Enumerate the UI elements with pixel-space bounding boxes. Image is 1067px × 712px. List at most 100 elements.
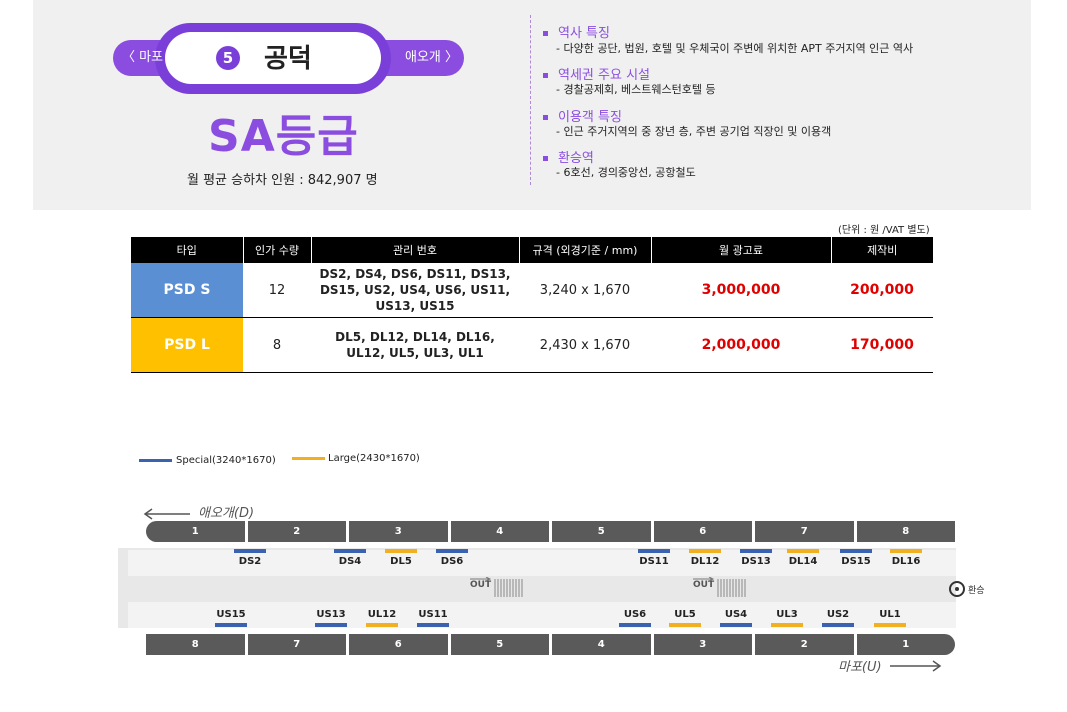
- panel-divider: [530, 15, 531, 185]
- train-car: 7: [755, 521, 854, 542]
- screen-marker: [669, 623, 701, 627]
- header-type: 타입: [131, 237, 244, 263]
- train-car: 6: [653, 521, 752, 542]
- screen-marker: [771, 623, 803, 627]
- bullet-icon: [543, 156, 548, 161]
- train-car: 3: [349, 521, 448, 542]
- train-car: 8: [146, 634, 245, 655]
- line-number-badge: 5: [216, 46, 240, 70]
- info-heading: 역사 특징: [543, 22, 610, 41]
- screen-label: US6: [623, 609, 647, 620]
- train-car: 5: [552, 521, 651, 542]
- table-row: PSD L 8 DL5, DL12, DL14, DL16, UL12, UL5…: [131, 317, 933, 373]
- screen-label: US2: [826, 609, 850, 620]
- transfer-label: 환승: [968, 586, 985, 596]
- screen-label: DL14: [788, 556, 818, 567]
- train-car: 2: [247, 521, 346, 542]
- screen-label: US13: [316, 609, 346, 620]
- screen-marker: [436, 549, 468, 553]
- screen-marker: [638, 549, 670, 553]
- bullet-icon: [543, 31, 548, 36]
- screen-marker: [822, 623, 854, 627]
- legend-large-label: Large(2430*1670): [328, 453, 420, 464]
- info-body: - 6호선, 경의중앙선, 공항철도: [556, 166, 696, 179]
- screen-marker: [890, 549, 922, 553]
- table-header-row: 타입 인가 수량 관리 번호 규격 (외경기준 / mm) 월 광고료 제작비: [131, 237, 933, 263]
- codes-cell: DS2, DS4, DS6, DS11, DS13, DS15, US2, US…: [311, 263, 519, 318]
- fee-cell: 3,000,000: [651, 263, 831, 318]
- header-cost: 제작비: [831, 237, 933, 263]
- train-car: 6: [349, 634, 448, 655]
- screen-marker: [234, 549, 266, 553]
- station-name: 공덕: [264, 44, 312, 74]
- screen-marker: [366, 623, 398, 627]
- train-car: 7: [247, 634, 346, 655]
- size-cell: 2,430 x 1,670: [519, 317, 651, 373]
- screen-label: UL1: [879, 609, 901, 620]
- transfer-icon: [949, 581, 965, 597]
- table-row: PSD S 12 DS2, DS4, DS6, DS11, DS13, DS15…: [131, 263, 933, 318]
- fee-cell: 2,000,000: [651, 317, 831, 373]
- screen-label: DS2: [238, 556, 262, 567]
- screen-label: UL12: [367, 609, 397, 620]
- screen-marker: [315, 623, 347, 627]
- screen-label: DL12: [690, 556, 720, 567]
- next-station-label: 애오개 〉: [405, 50, 459, 65]
- cost-cell: 170,000: [831, 317, 933, 373]
- legend-special-label: Special(3240*1670): [176, 455, 276, 466]
- screen-label: DS4: [338, 556, 362, 567]
- type-cell: PSD S: [131, 263, 243, 318]
- screen-label: DL5: [390, 556, 412, 567]
- train-car: 4: [552, 634, 651, 655]
- screen-label: DS6: [440, 556, 464, 567]
- stairs-icon: [693, 577, 746, 597]
- screen-marker: [689, 549, 721, 553]
- train-car: 5: [450, 634, 549, 655]
- train-car: 3: [653, 634, 752, 655]
- train-car: 1: [146, 521, 245, 542]
- screen-label: UL3: [776, 609, 798, 620]
- screen-marker: [787, 549, 819, 553]
- stairs-icon: [470, 577, 523, 597]
- info-body: - 인근 주거지역의 중 장년 층, 주변 공기업 직장인 및 이용객: [556, 125, 832, 138]
- legend-special-swatch: [139, 459, 172, 462]
- screen-marker: [385, 549, 417, 553]
- screen-label: US4: [724, 609, 748, 620]
- screen-marker: [720, 623, 752, 627]
- arrow-right-icon: [890, 660, 942, 672]
- prev-station-label: 〈 마포: [122, 50, 164, 65]
- screen-marker: [874, 623, 906, 627]
- header-size: 규격 (외경기준 / mm): [519, 237, 652, 263]
- size-cell: 3,240 x 1,670: [519, 263, 651, 318]
- screen-label: DS13: [741, 556, 771, 567]
- screen-label: DL16: [891, 556, 921, 567]
- screen-marker: [417, 623, 449, 627]
- screen-label: US11: [418, 609, 448, 620]
- info-body: - 경찰공제회, 베스트웨스턴호텔 등: [556, 83, 716, 96]
- header-fee: 월 광고료: [651, 237, 832, 263]
- screen-label: US15: [216, 609, 246, 620]
- header-codes: 관리 번호: [311, 237, 520, 263]
- bullet-icon: [543, 115, 548, 120]
- train-car: 1: [856, 634, 955, 655]
- header-qty: 인가 수량: [243, 237, 312, 263]
- direction-label-top: 애오개(D): [198, 506, 255, 521]
- cost-cell: 200,000: [831, 263, 933, 318]
- screen-marker: [334, 549, 366, 553]
- station-grade: SA등급: [208, 111, 359, 162]
- monthly-passengers: 월 평균 승하차 인원 : 842,907 명: [187, 173, 378, 188]
- screen-marker: [215, 623, 247, 627]
- screen-marker: [619, 623, 651, 627]
- unit-note: (단위 : 원 /VAT 별도): [838, 225, 930, 236]
- train-car: 2: [755, 634, 854, 655]
- screen-label: UL5: [674, 609, 696, 620]
- qty-cell: 8: [243, 317, 311, 373]
- screen-label: DS15: [841, 556, 871, 567]
- info-heading-text: 역사 특징: [558, 26, 610, 41]
- legend-large-swatch: [292, 457, 325, 460]
- train-car: 4: [450, 521, 549, 542]
- screen-label: DS11: [639, 556, 669, 567]
- screen-marker: [740, 549, 772, 553]
- qty-cell: 12: [243, 263, 311, 318]
- type-cell: PSD L: [131, 317, 243, 373]
